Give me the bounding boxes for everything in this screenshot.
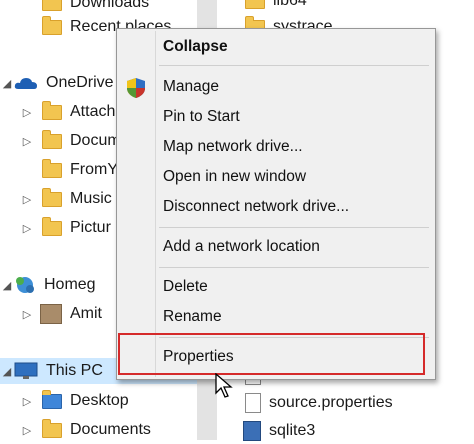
menu-item-pin-to-start[interactable]: Pin to Start bbox=[119, 103, 433, 131]
nav-item-label: Homeg bbox=[44, 276, 96, 293]
menu-item-add-network-location[interactable]: Add a network location bbox=[119, 233, 433, 261]
documents-folder-icon bbox=[42, 418, 62, 438]
this-pc-icon bbox=[14, 362, 38, 379]
menu-separator bbox=[159, 227, 429, 228]
mouse-cursor-icon bbox=[215, 373, 233, 398]
collapsed-arrow-icon[interactable]: ▷ bbox=[20, 106, 34, 119]
onedrive-cloud-icon bbox=[14, 78, 38, 89]
collapsed-arrow-icon[interactable]: ▷ bbox=[20, 193, 34, 206]
nav-item-label: Desktop bbox=[70, 392, 129, 409]
desktop-folder-icon bbox=[42, 389, 62, 409]
nav-item-documents[interactable]: ▷ Documents bbox=[0, 417, 197, 443]
file-item-lib64[interactable]: lib64 bbox=[217, 0, 474, 14]
collapsed-arrow-icon[interactable]: ▷ bbox=[20, 424, 34, 437]
nav-item-label: Downloads bbox=[70, 0, 150, 11]
nav-item-label: OneDrive bbox=[46, 74, 114, 91]
collapsed-arrow-icon[interactable]: ▷ bbox=[20, 135, 34, 148]
menu-item-manage[interactable]: Manage bbox=[119, 73, 433, 101]
menu-item-properties[interactable]: Properties bbox=[119, 343, 433, 371]
nav-item-label: This PC bbox=[46, 362, 103, 379]
nav-item-label: Pictur bbox=[70, 219, 111, 236]
menu-separator bbox=[159, 267, 429, 268]
file-name: lib64 bbox=[273, 0, 307, 9]
collapsed-arrow-icon[interactable]: ▷ bbox=[20, 308, 34, 321]
file-item-sqlite3[interactable]: sqlite3 bbox=[217, 418, 474, 444]
collapsed-arrow-icon[interactable]: ▷ bbox=[20, 395, 34, 408]
file-name: source.properties bbox=[269, 394, 393, 411]
nav-item-label: Music bbox=[70, 190, 112, 207]
menu-separator bbox=[159, 337, 429, 338]
collapsed-arrow-icon[interactable]: ▷ bbox=[20, 222, 34, 235]
homegroup-icon bbox=[16, 277, 34, 293]
menu-item-map-network-drive[interactable]: Map network drive... bbox=[119, 133, 433, 161]
nav-item-label: Docum bbox=[70, 132, 121, 149]
folder-icon bbox=[42, 129, 62, 149]
menu-item-open-in-new-window[interactable]: Open in new window bbox=[119, 163, 433, 191]
expanded-arrow-icon[interactable]: ◢ bbox=[0, 77, 14, 90]
folder-icon bbox=[42, 0, 62, 11]
folder-icon bbox=[245, 0, 265, 9]
folder-icon bbox=[42, 187, 62, 207]
nav-item-label: Attach bbox=[70, 103, 116, 120]
menu-item-rename[interactable]: Rename bbox=[119, 303, 433, 331]
expanded-arrow-icon[interactable]: ◢ bbox=[0, 279, 14, 292]
menu-item-collapse[interactable]: Collapse bbox=[119, 33, 433, 61]
executable-icon bbox=[243, 421, 261, 441]
expanded-arrow-icon[interactable]: ◢ bbox=[0, 365, 14, 378]
menu-separator bbox=[159, 65, 429, 66]
file-icon bbox=[245, 393, 261, 413]
menu-item-disconnect-network-drive[interactable]: Disconnect network drive... bbox=[119, 193, 433, 221]
file-name: sqlite3 bbox=[269, 422, 316, 439]
file-item-source-properties[interactable]: source.properties bbox=[217, 390, 474, 416]
nav-item-label: Documents bbox=[70, 421, 151, 438]
nav-item-desktop[interactable]: ▷ Desktop bbox=[0, 388, 197, 414]
folder-icon bbox=[42, 158, 62, 178]
nav-item-label: FromY bbox=[70, 161, 118, 178]
folder-icon bbox=[42, 100, 62, 120]
recent-places-icon bbox=[42, 15, 62, 35]
nav-item-label: Amit bbox=[70, 305, 102, 322]
context-menu[interactable]: Collapse Manage Pin to Start Map network… bbox=[116, 28, 436, 380]
folder-icon bbox=[42, 216, 62, 236]
user-avatar-icon bbox=[40, 304, 62, 324]
menu-item-delete[interactable]: Delete bbox=[119, 273, 433, 301]
